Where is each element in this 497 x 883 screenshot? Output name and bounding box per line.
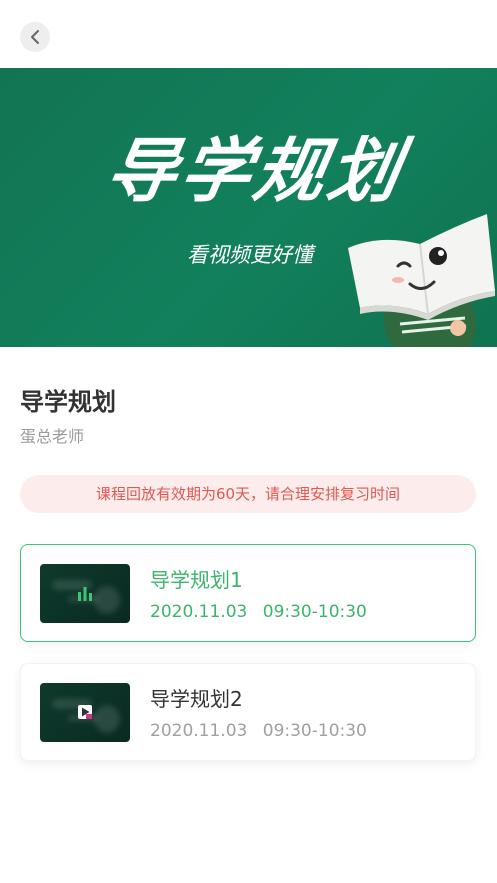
book-mascot-icon <box>348 214 495 347</box>
lesson-schedule: 2020.11.03 09:30-10:30 <box>150 600 367 624</box>
lesson-title: 导学规划2 <box>150 687 243 711</box>
chevron-left-icon <box>31 30 39 44</box>
teacher-name: 蛋总老师 <box>20 427 85 446</box>
lesson-time-range: 09:30-10:30 <box>262 721 367 741</box>
lesson-thumbnail <box>40 683 130 742</box>
lesson-date: 2020.11.03 <box>150 602 248 622</box>
lesson-title: 导学规划1 <box>150 568 243 592</box>
equalizer-icon <box>78 587 92 601</box>
play-icon <box>78 705 92 719</box>
banner-subtitle: 看视频更好懂 <box>187 243 313 267</box>
lesson-schedule: 2020.11.03 09:30-10:30 <box>150 719 367 743</box>
lesson-item[interactable]: 导学规划2 2020.11.03 09:30-10:30 <box>20 663 476 761</box>
lesson-thumbnail <box>40 564 130 623</box>
top-bar <box>0 0 497 68</box>
course-title: 导学规划 <box>20 388 116 416</box>
back-button[interactable] <box>20 22 50 52</box>
lesson-item[interactable]: 导学规划1 2020.11.03 09:30-10:30 <box>20 544 476 642</box>
lesson-date: 2020.11.03 <box>150 721 248 741</box>
course-banner: 导学规划 看视频更好懂 <box>0 68 497 347</box>
replay-notice: 课程回放有效期为60天，请合理安排复习时间 <box>20 475 476 513</box>
lesson-time-range: 09:30-10:30 <box>262 602 367 622</box>
